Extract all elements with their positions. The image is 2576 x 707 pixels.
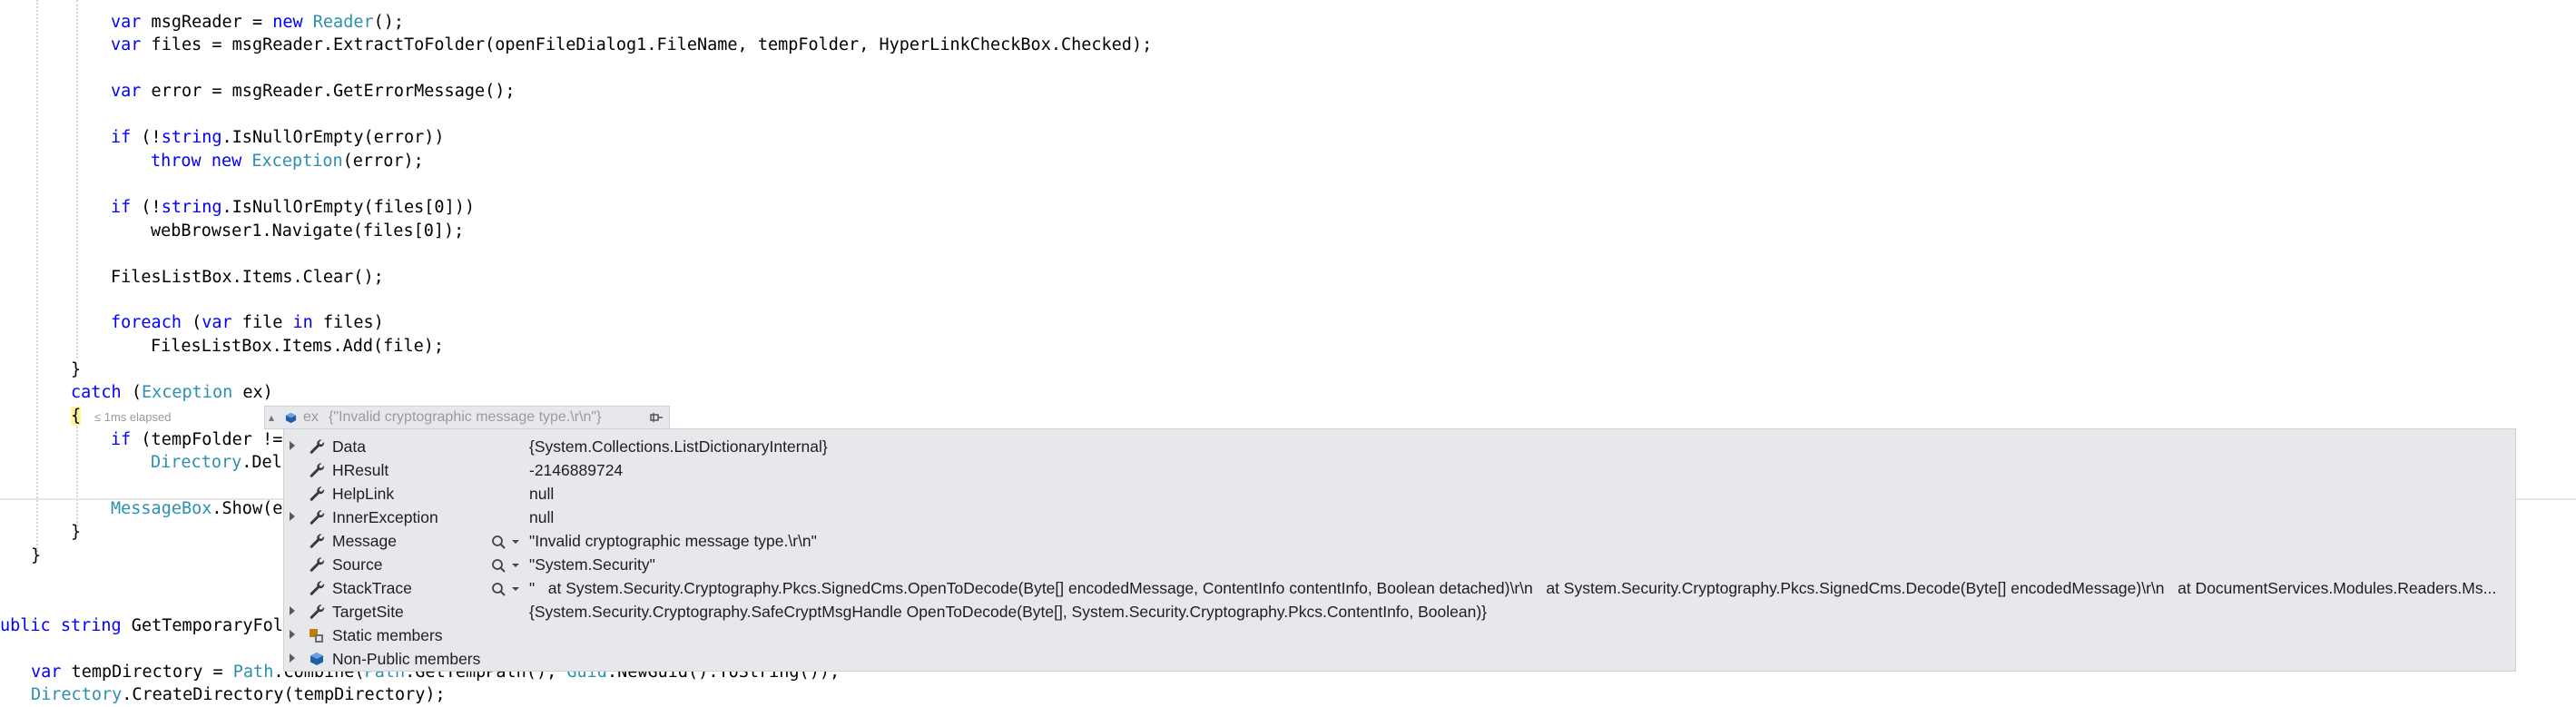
code-line[interactable]: throw new Exception(error); xyxy=(151,150,424,173)
member-value[interactable]: "Invalid cryptographic message type.\r\n… xyxy=(529,532,2508,551)
expand-arrow-icon[interactable] xyxy=(290,653,295,663)
member-name: Data xyxy=(332,437,366,456)
code-line[interactable]: if (!string.IsNullOrEmpty(error)) xyxy=(111,126,445,150)
expand-arrow-icon[interactable] xyxy=(290,512,295,521)
wrench-icon xyxy=(310,581,325,595)
expand-up-icon[interactable]: ▴ xyxy=(269,407,274,428)
code-line[interactable]: } xyxy=(31,545,41,568)
datatip-header[interactable]: ▴ ex {"Invalid cryptographic message typ… xyxy=(264,406,670,429)
wrench-icon xyxy=(310,534,325,548)
code-line[interactable]: FilesListBox.Items.Add(file); xyxy=(151,335,444,358)
datatip-row-innerexception[interactable]: InnerException null xyxy=(284,506,2515,529)
datatip-row-static-members[interactable]: Static members xyxy=(284,624,2515,647)
member-name: Non-Public members xyxy=(332,650,481,668)
wrench-icon xyxy=(310,510,325,525)
code-line[interactable]: MessageBox.Show(e xyxy=(111,497,282,521)
datatip-variable-name: ex xyxy=(303,409,319,425)
text-visualizer-icon[interactable] xyxy=(490,534,530,550)
member-value[interactable]: " at System.Security.Cryptography.Pkcs.S… xyxy=(529,579,2508,598)
member-name: StackTrace xyxy=(332,579,412,597)
member-name: InnerException xyxy=(332,508,438,526)
indent-guide xyxy=(36,0,38,552)
datatip-row-targetsite[interactable]: TargetSite {System.Security.Cryptography… xyxy=(284,600,2515,624)
datatip-members-panel[interactable]: Data {System.Collections.ListDictionaryI… xyxy=(283,428,2516,672)
text-visualizer-icon[interactable] xyxy=(490,581,530,597)
code-line[interactable]: Directory.Del xyxy=(151,451,282,475)
code-line[interactable]: } xyxy=(71,521,81,545)
datatip-row-message[interactable]: Message "Invalid cryptographic message t… xyxy=(284,529,2515,553)
expand-arrow-icon[interactable] xyxy=(290,606,295,615)
code-line[interactable]: if (tempFolder != xyxy=(111,428,282,452)
code-line[interactable]: FilesListBox.Items.Clear(); xyxy=(111,266,384,290)
wrench-icon xyxy=(310,463,325,477)
code-line[interactable]: if (!string.IsNullOrEmpty(files[0])) xyxy=(111,196,475,220)
current-statement-brace: { xyxy=(71,407,82,426)
pin-icon[interactable] xyxy=(650,412,664,423)
indent-guide xyxy=(76,0,78,358)
code-line[interactable]: { xyxy=(71,405,82,428)
code-line[interactable]: var msgReader = new Reader(); xyxy=(111,11,404,34)
static-members-icon xyxy=(310,629,323,643)
member-value[interactable]: {System.Security.Cryptography.SafeCryptM… xyxy=(529,603,2508,622)
wrench-icon xyxy=(310,486,325,501)
member-value[interactable]: -2146889724 xyxy=(529,461,2508,480)
member-value[interactable]: "System.Security" xyxy=(529,555,2508,574)
object-icon xyxy=(310,653,323,665)
indent-guide xyxy=(76,427,78,526)
code-line[interactable]: catch (Exception ex) xyxy=(71,381,273,405)
perf-tip-elapsed[interactable]: ≤ 1ms elapsed xyxy=(94,410,171,424)
wrench-icon xyxy=(310,439,325,454)
member-value[interactable]: null xyxy=(529,508,2508,527)
datatip-row-source[interactable]: Source "System.Security" xyxy=(284,553,2515,576)
code-line[interactable]: } xyxy=(71,358,81,382)
datatip-variable-value: {"Invalid cryptographic message type.\r\… xyxy=(329,409,602,425)
text-visualizer-icon[interactable] xyxy=(490,557,530,574)
datatip-row-non-public-members[interactable]: Non-Public members xyxy=(284,647,2515,671)
member-name: HResult xyxy=(332,461,389,479)
code-line[interactable]: var error = msgReader.GetErrorMessage(); xyxy=(111,80,516,103)
member-value: {System.Collections.ListDictionaryIntern… xyxy=(529,437,828,456)
expand-arrow-icon[interactable] xyxy=(290,441,295,450)
member-name: Source xyxy=(332,555,383,574)
member-value[interactable]: null xyxy=(529,485,2508,504)
code-line[interactable]: var files = msgReader.ExtractToFolder(op… xyxy=(111,34,1152,57)
datatip-row-data[interactable]: Data {System.Collections.ListDictionaryI… xyxy=(284,435,2515,458)
datatip-row-hresult[interactable]: HResult -2146889724 xyxy=(284,458,2515,482)
code-line[interactable]: webBrowser1.Navigate(files[0]); xyxy=(151,220,464,243)
wrench-icon xyxy=(310,604,325,619)
code-line[interactable]: Directory.CreateDirectory(tempDirectory)… xyxy=(31,683,446,707)
member-name: HelpLink xyxy=(332,485,395,503)
member-name: Message xyxy=(332,532,398,550)
code-line[interactable]: foreach (var file in files) xyxy=(111,311,384,335)
wrench-icon xyxy=(310,557,325,572)
code-line[interactable]: ublic string GetTemporaryFol xyxy=(0,614,283,638)
member-name: TargetSite xyxy=(332,603,404,621)
datatip-row-stacktrace[interactable]: StackTrace " at System.Security.Cryptogr… xyxy=(284,576,2515,600)
member-name: Static members xyxy=(332,626,443,644)
expand-arrow-icon[interactable] xyxy=(290,630,295,639)
object-icon xyxy=(285,412,297,424)
datatip-row-helplink[interactable]: HelpLink null xyxy=(284,482,2515,506)
